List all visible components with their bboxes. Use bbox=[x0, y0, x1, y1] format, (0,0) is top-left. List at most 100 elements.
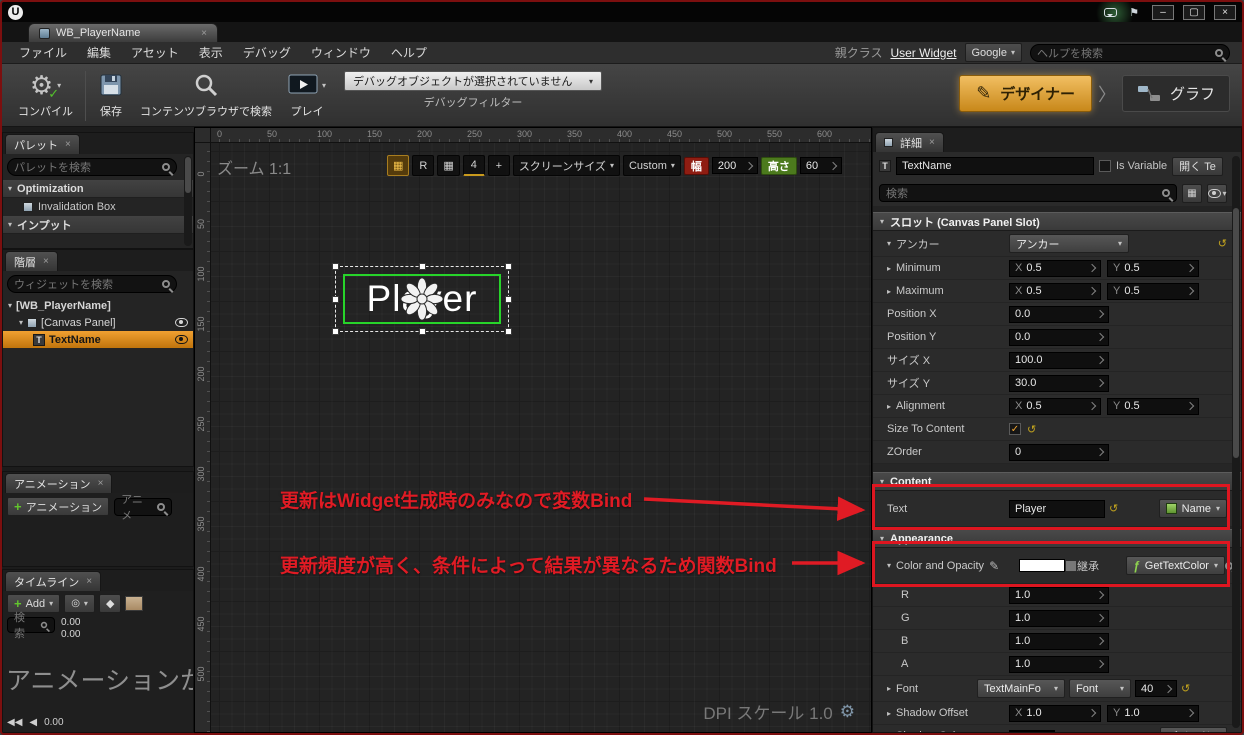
timeline-search-input[interactable]: 検索 bbox=[7, 612, 55, 640]
r-toggle-button[interactable]: R bbox=[412, 155, 435, 176]
color-bind-dropdown[interactable]: ƒ GetTextColor ▾ bbox=[1126, 556, 1225, 575]
expand-icon[interactable]: ▾ bbox=[887, 561, 891, 570]
reset-to-default-icon[interactable]: ↺ bbox=[1181, 682, 1190, 695]
anchor-medallion-icon[interactable] bbox=[400, 277, 444, 321]
menu-window[interactable]: ウィンドウ bbox=[302, 42, 380, 63]
color-b-input[interactable]: 1.0 bbox=[1009, 632, 1109, 650]
dpi-settings-gear-icon[interactable]: ⚙ bbox=[840, 702, 855, 722]
find-in-content-browser-button[interactable]: コンテンツブラウザで検索 bbox=[132, 69, 280, 119]
alignment-x-input[interactable]: X 0.5 bbox=[1009, 397, 1101, 415]
font-size-input[interactable]: 40 bbox=[1135, 680, 1177, 697]
hierarchy-tab[interactable]: 階層 × bbox=[5, 251, 58, 271]
curve-editor-button[interactable] bbox=[125, 596, 144, 611]
canvas-surface[interactable]: ズーム 1:1 ▦ R ▦ 4 + スクリーンサイズ ▾ Custom ▾ 幅 … bbox=[211, 143, 871, 732]
details-scrollbar[interactable] bbox=[1232, 156, 1240, 728]
animation-tab[interactable]: アニメーション × bbox=[5, 473, 113, 493]
expand-icon[interactable]: ▾ bbox=[887, 239, 891, 248]
timeline-tab[interactable]: タイムライン × bbox=[5, 571, 102, 591]
reset-to-default-icon[interactable]: ↺ bbox=[1109, 502, 1118, 515]
reset-to-default-icon[interactable]: ↺ bbox=[1218, 237, 1227, 250]
zorder-input[interactable]: 0 bbox=[1009, 443, 1109, 461]
resize-handle[interactable] bbox=[332, 296, 339, 303]
palette-category-input[interactable]: ▾ インプット bbox=[3, 216, 193, 234]
visibility-eye-icon[interactable] bbox=[175, 318, 188, 327]
help-search-input[interactable]: ヘルプを検索 bbox=[1030, 43, 1230, 62]
play-button[interactable]: ▾ プレイ bbox=[280, 69, 334, 119]
panel-close-icon[interactable]: × bbox=[43, 256, 49, 267]
search-engine-dropdown[interactable]: Google ▾ bbox=[964, 43, 1022, 62]
palette-search-input[interactable]: パレットを検索 bbox=[7, 158, 177, 176]
color-r-input[interactable]: 1.0 bbox=[1009, 586, 1109, 604]
color-a-input[interactable]: 1.0 bbox=[1009, 655, 1109, 673]
menu-help[interactable]: ヘルプ bbox=[382, 42, 436, 63]
maximum-y-input[interactable]: Y 0.5 bbox=[1107, 282, 1199, 300]
expand-icon[interactable]: ▾ bbox=[19, 318, 23, 327]
minimum-y-input[interactable]: Y 0.5 bbox=[1107, 259, 1199, 277]
expand-icon[interactable]: ▸ bbox=[887, 402, 891, 411]
menu-file[interactable]: ファイル bbox=[10, 42, 76, 63]
text-bind-dropdown[interactable]: Name ▾ bbox=[1158, 499, 1227, 518]
hierarchy-search-input[interactable]: ウィジェットを検索 bbox=[7, 275, 177, 293]
panel-close-icon[interactable]: × bbox=[65, 139, 71, 150]
height-input[interactable]: 60 bbox=[799, 157, 842, 174]
designer-mode-button[interactable]: ✎ デザイナー bbox=[959, 75, 1092, 112]
tab-close-icon[interactable]: × bbox=[201, 28, 207, 39]
palette-item-invalidation-box[interactable]: Invalidation Box bbox=[3, 198, 193, 216]
palette-tab[interactable]: パレット × bbox=[5, 134, 80, 154]
is-variable-checkbox[interactable] bbox=[1099, 160, 1111, 172]
resolution-preset-dropdown[interactable]: Custom ▾ bbox=[622, 155, 681, 176]
palette-category-optimization[interactable]: ▾ Optimization bbox=[3, 180, 193, 198]
size-x-input[interactable]: 100.0 bbox=[1009, 351, 1109, 369]
menu-debug[interactable]: デバッグ bbox=[234, 42, 300, 63]
parent-class-link[interactable]: User Widget bbox=[890, 46, 956, 60]
font-family-dropdown[interactable]: TextMainFo ▾ bbox=[977, 679, 1065, 698]
details-tab[interactable]: 詳細 × bbox=[875, 132, 944, 152]
reset-to-default-icon[interactable]: ↺ bbox=[1027, 423, 1036, 436]
transform-mode-button[interactable]: + bbox=[487, 155, 510, 176]
palette-scrollbar[interactable] bbox=[184, 156, 192, 246]
width-input[interactable]: 200 bbox=[711, 157, 758, 174]
grid-snap-toggle-button[interactable]: ▦ bbox=[437, 155, 460, 176]
expand-icon[interactable]: ▾ bbox=[8, 301, 12, 310]
color-g-input[interactable]: 1.0 bbox=[1009, 609, 1109, 627]
panel-close-icon[interactable]: × bbox=[98, 478, 104, 489]
hierarchy-row-root[interactable]: ▾ [WB_PlayerName] bbox=[3, 297, 193, 314]
position-y-input[interactable]: 0.0 bbox=[1009, 328, 1109, 346]
panel-close-icon[interactable]: × bbox=[929, 137, 935, 148]
save-button[interactable]: 保存 bbox=[90, 69, 132, 119]
resize-handle[interactable] bbox=[505, 328, 512, 335]
step-back-icon[interactable]: ◀ bbox=[29, 717, 37, 728]
resize-handle[interactable] bbox=[419, 263, 426, 270]
shadow-color-bind-dropdown[interactable]: バインド ▾ bbox=[1159, 726, 1227, 732]
inherit-checkbox[interactable] bbox=[1065, 559, 1077, 572]
graph-mode-button[interactable]: グラフ bbox=[1121, 75, 1230, 112]
panel-close-icon[interactable]: × bbox=[86, 576, 92, 587]
shadow-offset-x-input[interactable]: X 1.0 bbox=[1009, 704, 1101, 722]
jump-to-start-icon[interactable]: ◀◀ bbox=[7, 717, 22, 728]
close-button[interactable]: × bbox=[1214, 4, 1236, 20]
size-y-input[interactable]: 30.0 bbox=[1009, 374, 1109, 392]
add-animation-button[interactable]: + アニメーション bbox=[7, 497, 110, 516]
text-value-input[interactable]: Player bbox=[1009, 499, 1105, 518]
expand-icon[interactable]: ▾ bbox=[887, 732, 891, 733]
shadow-offset-y-input[interactable]: Y 1.0 bbox=[1107, 704, 1199, 722]
surface-fill-toggle-button[interactable]: ▦ bbox=[387, 155, 410, 176]
timeline-options-button[interactable]: ◎ ▾ bbox=[64, 594, 95, 613]
minimum-x-input[interactable]: X 0.5 bbox=[1009, 259, 1101, 277]
minimize-button[interactable]: – bbox=[1152, 4, 1174, 20]
size-to-content-checkbox[interactable]: ✓ bbox=[1009, 423, 1021, 435]
debug-object-dropdown[interactable]: デバッグオブジェクトが選択されていません ▾ bbox=[344, 71, 603, 91]
expand-icon[interactable]: ▸ bbox=[887, 264, 891, 273]
play-options-dropdown-icon[interactable]: ▾ bbox=[322, 81, 326, 90]
add-key-button[interactable]: ◆ bbox=[98, 594, 122, 613]
section-appearance[interactable]: ▾ Appearance bbox=[873, 529, 1241, 548]
menu-asset[interactable]: アセット bbox=[122, 42, 188, 63]
hierarchy-row-textname[interactable]: T TextName bbox=[3, 331, 193, 348]
maximum-x-input[interactable]: X 0.5 bbox=[1009, 282, 1101, 300]
resize-handle[interactable] bbox=[505, 263, 512, 270]
details-search-input[interactable]: 検索 bbox=[879, 184, 1177, 202]
section-slot[interactable]: ▾ スロット (Canvas Panel Slot) bbox=[873, 212, 1241, 231]
alignment-y-input[interactable]: Y 0.5 bbox=[1107, 397, 1199, 415]
font-face-dropdown[interactable]: Font ▾ bbox=[1069, 679, 1131, 698]
expand-icon[interactable]: ▸ bbox=[887, 684, 891, 693]
